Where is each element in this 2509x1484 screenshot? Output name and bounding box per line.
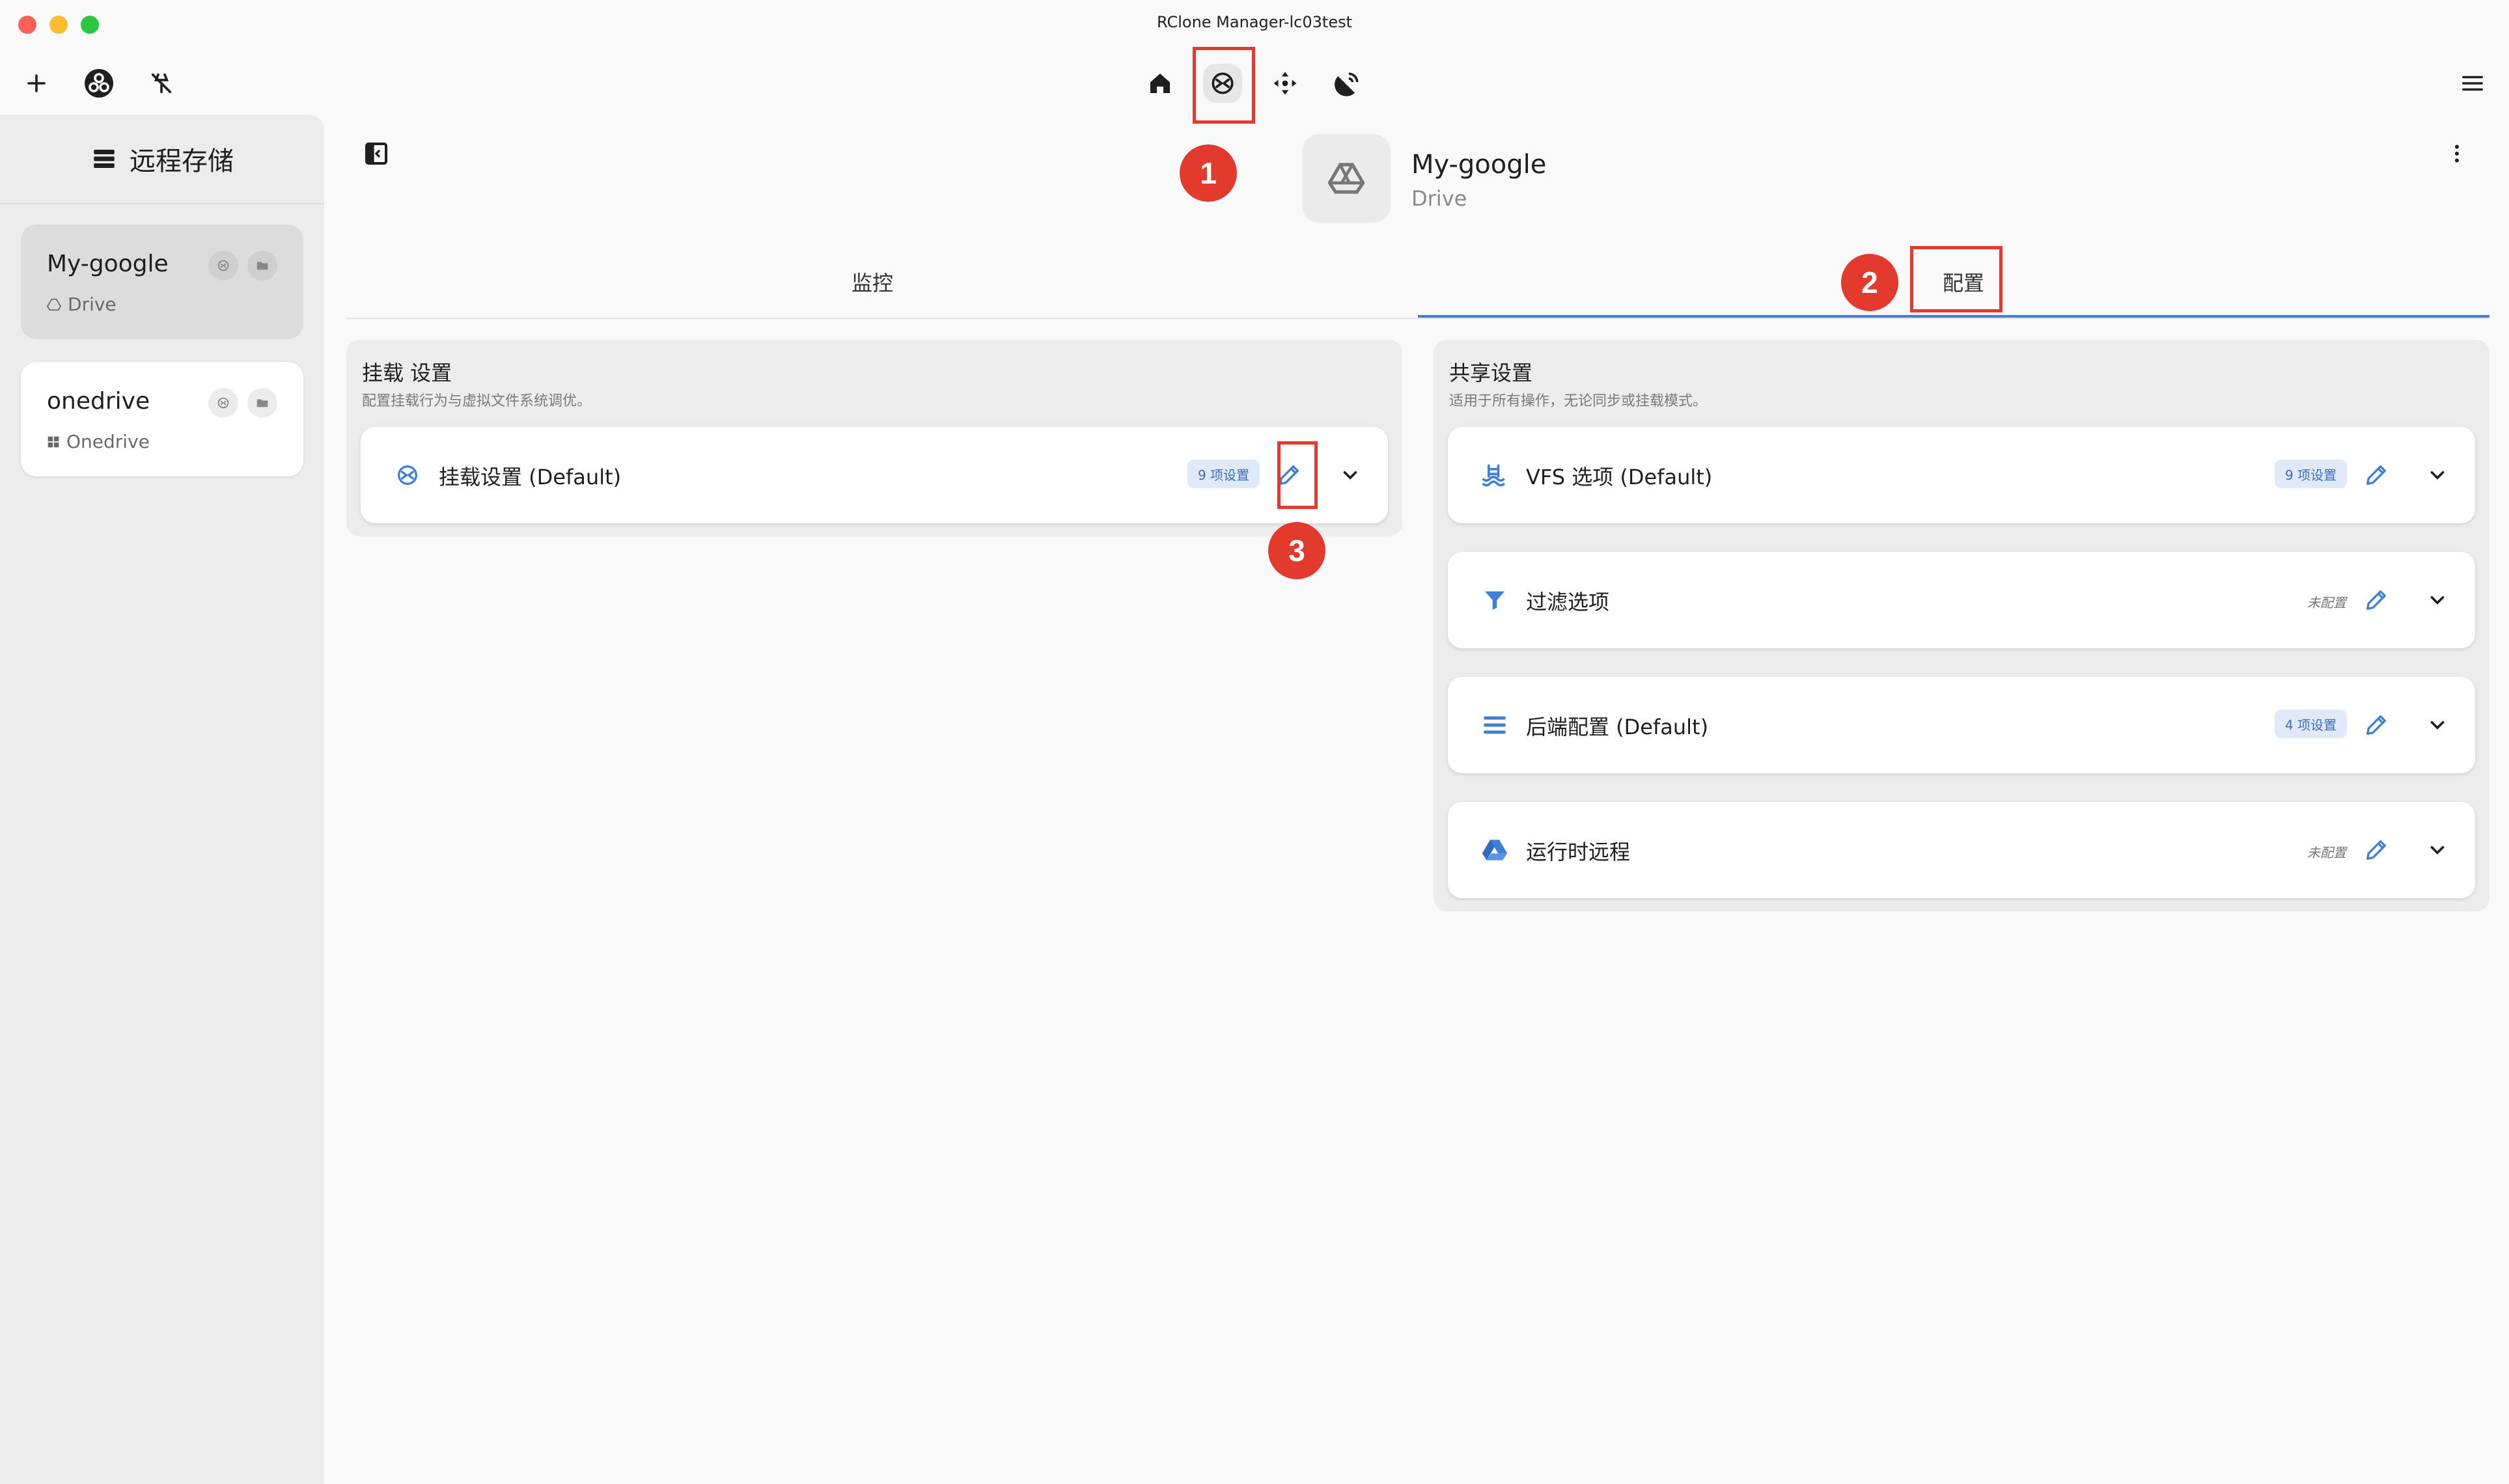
browse-folder-icon[interactable] xyxy=(247,388,277,418)
nav-home-button[interactable] xyxy=(1141,64,1180,103)
plus-icon xyxy=(27,74,46,92)
pencil-icon xyxy=(2366,840,2386,860)
home-icon xyxy=(1150,74,1170,93)
panel-subtitle: 适用于所有操作，无论同步或挂载模式。 xyxy=(1449,393,1708,409)
pencil-icon xyxy=(2366,715,2386,735)
chevron-down-icon xyxy=(2430,845,2445,855)
remote-item-my-google[interactable]: My-google Drive xyxy=(21,225,303,339)
panel-subtitle: 配置挂载行为与虚拟文件系统调优。 xyxy=(362,393,592,409)
pencil-icon xyxy=(2366,465,2386,485)
tab-bar-baseline xyxy=(346,318,2489,319)
mount-settings-panel: 挂载 设置 配置挂载行为与虚拟文件系统调优。 挂载设置 (Default) 9 … xyxy=(346,340,1402,536)
mount-status-icon[interactable] xyxy=(208,251,238,281)
hamburger-icon xyxy=(2462,76,2483,91)
chevron-down-icon xyxy=(2430,471,2445,480)
settings-count-badge: 9 项设置 xyxy=(2275,460,2348,488)
runtime-remote-row[interactable]: 运行时远程 未配置 xyxy=(1448,802,2475,898)
mount-settings-row[interactable]: 挂载设置 (Default) 9 项设置 xyxy=(361,427,1388,523)
pool-icon xyxy=(1479,460,1510,491)
mount-status-icon[interactable] xyxy=(208,388,238,418)
edit-button[interactable] xyxy=(2359,583,2393,617)
remote-type: Drive xyxy=(47,294,117,315)
nav-serve-button[interactable] xyxy=(1328,64,1367,103)
row-label: VFS 选项 (Default) xyxy=(1526,465,1713,489)
expand-button[interactable] xyxy=(1333,458,1367,492)
toggle-sidebar-button[interactable] xyxy=(357,134,396,173)
edit-button[interactable] xyxy=(2359,833,2393,867)
row-label: 挂载设置 (Default) xyxy=(439,465,622,489)
shared-settings-panel: 共享设置 适用于所有操作，无论同步或挂载模式。 VFS 选项 (Default)… xyxy=(1434,340,2489,911)
tab-monitor[interactable]: 监控 xyxy=(807,267,937,297)
row-label: 运行时远程 xyxy=(1526,840,1631,864)
settings-count-badge: 4 项设置 xyxy=(2275,709,2348,738)
annotation-box-3 xyxy=(1277,441,1318,509)
annotation-marker-2: 2 xyxy=(1841,254,1898,311)
row-label: 过滤选项 xyxy=(1526,590,1610,614)
annotation-marker-1: 1 xyxy=(1180,144,1237,202)
annotation-box-2 xyxy=(1910,246,2003,312)
vfs-options-row[interactable]: VFS 选项 (Default) 9 项设置 xyxy=(1448,427,2475,523)
mount-icon xyxy=(392,460,423,491)
remote-name: onedrive xyxy=(47,388,150,415)
expand-button[interactable] xyxy=(2420,833,2454,867)
backend-config-row[interactable]: 后端配置 (Default) 4 项设置 xyxy=(1448,677,2475,773)
more-options-button[interactable] xyxy=(2437,134,2476,173)
annotation-box-1 xyxy=(1193,47,1255,124)
remote-item-onedrive[interactable]: onedrive Onedrive xyxy=(21,362,303,476)
window-title: RClone Manager-lc03test xyxy=(1156,13,1352,31)
expand-button[interactable] xyxy=(2420,708,2454,742)
annotation-marker-3: 3 xyxy=(1268,522,1325,579)
sidebar-title: 远程存储 xyxy=(130,146,234,176)
windows-icon xyxy=(48,436,59,447)
disconnect-button[interactable] xyxy=(142,64,181,103)
storage-icon xyxy=(94,150,115,168)
remote-avatar xyxy=(1302,134,1391,223)
remote-name: My-google xyxy=(47,251,169,277)
chevron-down-icon xyxy=(2430,721,2445,730)
filter-options-row[interactable]: 过滤选项 未配置 xyxy=(1448,552,2475,648)
panel-title: 挂载 设置 xyxy=(362,361,452,385)
tab-active-indicator xyxy=(1418,315,2489,318)
menu-button[interactable] xyxy=(2453,64,2492,103)
edit-button[interactable] xyxy=(2359,458,2393,492)
google-drive-icon xyxy=(47,298,61,310)
sidebar-divider xyxy=(0,203,324,204)
sidebar-header: 远程存储 xyxy=(0,140,324,178)
expand-button[interactable] xyxy=(2420,583,2454,617)
move-arrows-icon xyxy=(1273,72,1297,95)
list-icon xyxy=(1479,709,1510,741)
settings-count-badge: 9 项设置 xyxy=(1187,460,1260,488)
sidebar-toggle-icon xyxy=(365,143,387,165)
browse-folder-icon[interactable] xyxy=(247,251,277,281)
more-vert-icon xyxy=(2455,144,2459,163)
plug-off-icon xyxy=(151,73,172,94)
remote-subtitle: Drive xyxy=(1411,186,1467,211)
edit-button[interactable] xyxy=(2359,708,2393,742)
satellite-icon xyxy=(1335,72,1359,96)
expand-button[interactable] xyxy=(2420,458,2454,492)
google-drive-icon xyxy=(1328,163,1365,194)
rclone-icon xyxy=(85,69,113,98)
rclone-logo-button[interactable] xyxy=(79,64,118,103)
not-configured-label: 未配置 xyxy=(2307,595,2346,611)
not-configured-label: 未配置 xyxy=(2307,845,2346,860)
chevron-down-icon xyxy=(1343,471,1357,480)
nav-sync-button[interactable] xyxy=(1266,64,1305,103)
row-label: 后端配置 (Default) xyxy=(1526,715,1709,739)
remote-type: Onedrive xyxy=(47,431,150,452)
pencil-icon xyxy=(2366,590,2386,610)
remote-title: My-google xyxy=(1411,150,1547,180)
chevron-down-icon xyxy=(2430,596,2445,605)
panel-title: 共享设置 xyxy=(1449,361,1533,385)
google-drive-icon xyxy=(1479,834,1510,866)
filter-icon xyxy=(1479,584,1510,616)
add-remote-button[interactable] xyxy=(17,64,56,103)
